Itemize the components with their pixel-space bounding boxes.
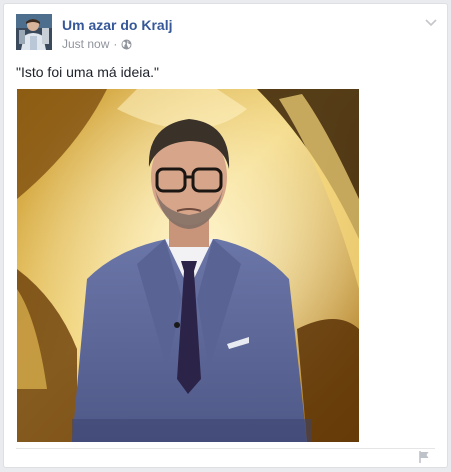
- post-photo[interactable]: [17, 89, 359, 442]
- globe-icon[interactable]: [121, 39, 132, 50]
- author-avatar[interactable]: [16, 14, 52, 50]
- flag-icon[interactable]: [417, 450, 431, 464]
- meta-separator: ·: [113, 37, 118, 51]
- post-text: "Isto foi uma má ideia.": [16, 64, 160, 80]
- chevron-down-icon[interactable]: [423, 14, 439, 30]
- post-timestamp[interactable]: Just now: [62, 37, 109, 51]
- author-name[interactable]: Um azar do Kralj: [62, 17, 172, 33]
- footer-divider: [16, 448, 435, 449]
- post-card: Um azar do Kralj Just now · "Isto foi um…: [3, 3, 448, 468]
- post-meta: Just now ·: [62, 37, 132, 51]
- avatar-image: [16, 14, 52, 50]
